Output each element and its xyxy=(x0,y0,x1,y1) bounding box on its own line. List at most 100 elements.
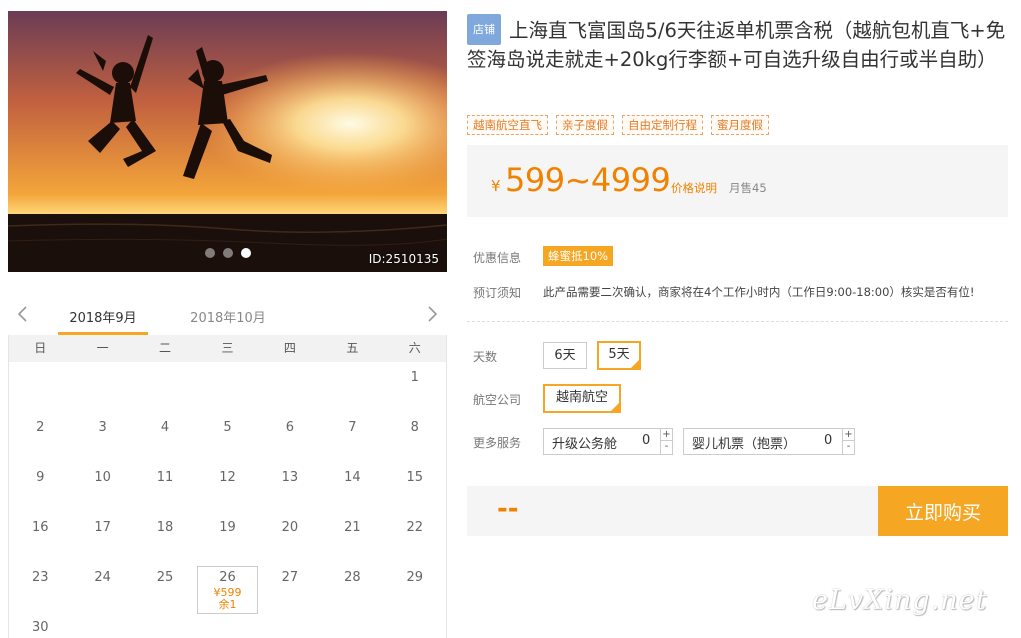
service-label: 婴儿机票（抱票） xyxy=(692,437,797,452)
calendar-day[interactable]: 15 xyxy=(384,462,446,512)
booking-notice: 此产品需要二次确认，商家将在4个工作小时内（工作日9:00-18:00）核实是否… xyxy=(543,285,975,299)
day-number: 2 xyxy=(36,420,45,435)
calendar-day-empty xyxy=(196,362,258,412)
carousel-dot-3[interactable] xyxy=(241,248,251,258)
service-quantity[interactable]: 0 xyxy=(642,433,650,448)
calendar-month-nav: 2018年9月 2018年10月 xyxy=(8,297,447,335)
calendar-days: 1 2 3 4 5 6 7 8 9 10 11 12 13 14 15 16 17 18 19 20 21 22 23 24 2… xyxy=(9,362,446,638)
tab-month-september[interactable]: 2018年9月 xyxy=(58,307,148,326)
calendar-day[interactable]: 16 xyxy=(9,512,71,562)
calendar-day[interactable]: 1 xyxy=(384,362,446,412)
calendar-day[interactable]: 8 xyxy=(384,412,446,462)
day-number: 26 xyxy=(219,570,236,585)
calendar-day[interactable]: 5 xyxy=(196,412,258,462)
day-number: 19 xyxy=(219,520,236,535)
price-note-link[interactable]: 价格说明 xyxy=(671,180,717,196)
tag: 蜜月度假 xyxy=(711,115,769,135)
product-title-text: 上海直飞富国岛5/6天往返单机票含税（越航包机直飞+免签海岛说走就走+20kg行… xyxy=(467,19,1006,71)
quantity-stepper: + - xyxy=(660,429,672,454)
calendar-day[interactable]: 9 xyxy=(9,462,71,512)
next-month-icon[interactable] xyxy=(425,305,439,322)
service-quantity[interactable]: 0 xyxy=(824,433,832,448)
day-number: 22 xyxy=(406,520,424,535)
day-number: 28 xyxy=(344,570,361,585)
watermark: eLvXing.net xyxy=(812,585,988,616)
carousel-dot-1[interactable] xyxy=(205,248,215,258)
calendar-day[interactable]: 27 xyxy=(259,562,321,612)
image-id: ID:2510135 xyxy=(368,252,439,266)
decrement-button[interactable]: - xyxy=(661,441,672,453)
calendar-day[interactable]: 10 xyxy=(71,462,133,512)
increment-button[interactable]: + xyxy=(843,429,854,441)
product-tags: 越南航空直飞 亲子度假 自由定制行程 蜜月度假 xyxy=(467,115,769,135)
calendar-day[interactable]: 24 xyxy=(71,562,133,612)
day-option-6[interactable]: 6天 xyxy=(543,342,587,369)
calendar-day[interactable]: 14 xyxy=(321,462,383,512)
calendar-day-empty xyxy=(259,362,321,412)
calendar-day[interactable]: 7 xyxy=(321,412,383,462)
calendar-day[interactable]: 17 xyxy=(71,512,133,562)
calendar-day[interactable]: 20 xyxy=(259,512,321,562)
calendar-day[interactable]: 6 xyxy=(259,412,321,462)
day-option-5[interactable]: 5天 xyxy=(597,341,641,370)
decrement-button[interactable]: - xyxy=(843,441,854,453)
tab-month-october[interactable]: 2018年10月 xyxy=(183,307,273,326)
currency-symbol: ¥ xyxy=(491,177,501,195)
shop-badge[interactable]: 店铺 xyxy=(467,14,501,45)
calendar-day-empty xyxy=(134,362,196,412)
weekday: 四 xyxy=(283,341,296,355)
product-header: 店铺 上海直飞富国岛5/6天往返单机票含税（越航包机直飞+免签海岛说走就走+20k… xyxy=(467,14,1012,74)
day-option-label: 6天 xyxy=(554,348,576,363)
calendar-day[interactable]: 30 xyxy=(9,612,71,638)
price-range: 599~4999 xyxy=(505,161,671,199)
day-number: 18 xyxy=(156,520,174,535)
calendar-day-empty xyxy=(321,362,383,412)
calendar-day[interactable]: 4 xyxy=(134,412,196,462)
calendar-day[interactable]: 11 xyxy=(134,462,196,512)
calendar-day[interactable]: 28 xyxy=(321,562,383,612)
carousel-dots xyxy=(205,248,251,258)
calendar-day[interactable]: 2 xyxy=(9,412,71,462)
calendar-day[interactable]: 25 xyxy=(134,562,196,612)
day-number: 11 xyxy=(156,470,174,485)
day-number: 9 xyxy=(36,470,45,485)
day-number: 13 xyxy=(281,470,299,485)
calendar-day[interactable]: 29 xyxy=(384,562,446,612)
airline-option-vietnam-airlines[interactable]: 越南航空 xyxy=(543,384,621,413)
calendar-day[interactable]: 18 xyxy=(134,512,196,562)
promo-badge: 蜂蜜抵10% xyxy=(543,246,614,266)
day-number: 3 xyxy=(98,420,107,435)
selected-check-icon xyxy=(630,359,640,369)
calendar-day[interactable]: 26 ¥599 余1 xyxy=(196,562,258,614)
product-image[interactable]: ID:2510135 xyxy=(8,11,447,272)
day-number: 27 xyxy=(281,570,299,585)
day-number: 30 xyxy=(31,620,49,635)
day-number: 7 xyxy=(348,420,357,435)
weekday: 六 xyxy=(408,341,421,355)
tag: 越南航空直飞 xyxy=(467,115,548,135)
calendar-day[interactable]: 13 xyxy=(259,462,321,512)
selected-check-icon xyxy=(610,402,620,412)
calendar-weekdays: 日 一 二 三 四 五 六 xyxy=(9,335,446,362)
calendar-day[interactable]: 22 xyxy=(384,512,446,562)
calendar-day[interactable]: 19 xyxy=(196,512,258,562)
weekday: 二 xyxy=(159,341,172,355)
calendar-day[interactable]: 3 xyxy=(71,412,133,462)
carousel-dot-2[interactable] xyxy=(223,248,233,258)
calendar-day[interactable]: 12 xyxy=(196,462,258,512)
calendar-day[interactable]: 23 xyxy=(9,562,71,612)
tag: 亲子度假 xyxy=(556,115,614,135)
increment-button[interactable]: + xyxy=(661,429,672,441)
day-number: 17 xyxy=(94,520,111,535)
day-number: 4 xyxy=(160,420,170,435)
day-number: 5 xyxy=(223,420,232,435)
day-number: 20 xyxy=(281,520,299,535)
prev-month-icon[interactable] xyxy=(16,305,30,322)
calendar: 日 一 二 三 四 五 六 1 2 3 4 5 6 7 8 9 10 11 12 13 14 15 16 17 1… xyxy=(8,335,447,638)
calendar-day[interactable]: 21 xyxy=(321,512,383,562)
day-number: 29 xyxy=(406,570,424,585)
promo-label: 优惠信息 xyxy=(473,251,522,265)
weekday: 一 xyxy=(96,341,109,355)
day-number: 21 xyxy=(344,520,361,535)
buy-now-button[interactable]: 立即购买 xyxy=(878,486,1008,536)
